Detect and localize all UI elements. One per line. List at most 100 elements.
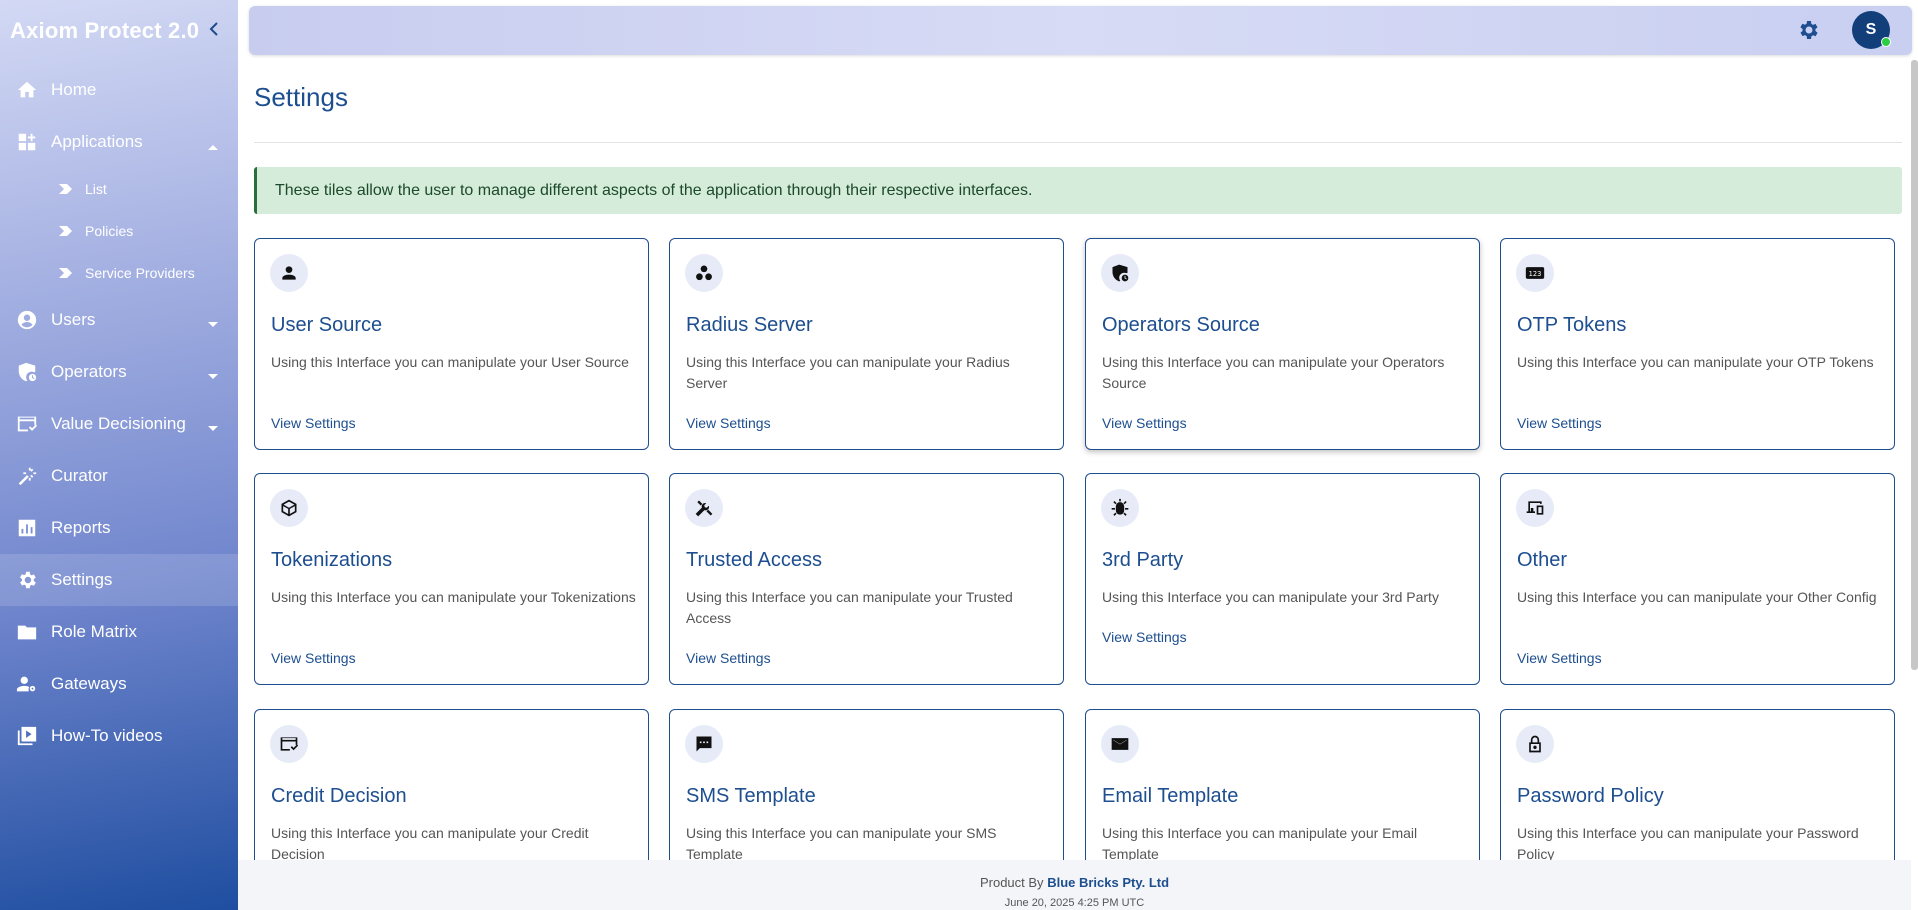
settings-gear-button[interactable] bbox=[1796, 18, 1820, 42]
footer-credit: Product By Blue Bricks Pty. Ltd bbox=[238, 875, 1911, 890]
label-arrow-icon bbox=[58, 181, 74, 197]
view-settings-link[interactable]: View Settings bbox=[271, 650, 356, 666]
app-title: Axiom Protect 2.0 bbox=[10, 18, 200, 43]
view-settings-link[interactable]: View Settings bbox=[686, 415, 771, 431]
avatar[interactable]: S bbox=[1852, 11, 1891, 49]
tile-description: Using this Interface you can manipulate … bbox=[1102, 589, 1439, 605]
bar-chart-icon bbox=[16, 517, 38, 539]
view-settings-link[interactable]: View Settings bbox=[1102, 629, 1187, 645]
sidebar-item-label: Applications bbox=[51, 132, 143, 151]
sidebar-item-label: Home bbox=[51, 80, 97, 99]
wand-icon bbox=[16, 465, 38, 487]
tile-title: 3rd Party bbox=[1102, 549, 1184, 571]
chevron-down-icon bbox=[208, 420, 218, 431]
person-icon bbox=[270, 254, 308, 292]
main-content: Settings These tiles allow the user to m… bbox=[238, 60, 1918, 909]
sidebar-item-reports[interactable]: Reports bbox=[0, 502, 238, 554]
sidebar-item-label: Value Decisioning bbox=[51, 414, 186, 433]
tile-description: Using this Interface you can manipulate … bbox=[271, 589, 636, 605]
view-settings-link[interactable]: View Settings bbox=[271, 415, 356, 431]
chevron-up-icon bbox=[208, 138, 218, 150]
sidebar-subitem-service-providers[interactable]: Service Providers bbox=[0, 252, 238, 294]
tile-description: Using this Interface you can manipulate … bbox=[686, 354, 1010, 391]
tile-title: SMS Template bbox=[686, 785, 816, 807]
tile-title: Credit Decision bbox=[271, 785, 407, 807]
sidebar-item-operators[interactable]: Operators bbox=[0, 346, 238, 398]
footer-product-by: Product By bbox=[979, 875, 1044, 890]
label-arrow-icon bbox=[58, 223, 74, 239]
footer-company-link[interactable]: Blue Bricks Pty. Ltd bbox=[1047, 875, 1169, 890]
sms-icon bbox=[685, 725, 723, 763]
sidebar-item-value-decisioning[interactable]: Value Decisioning bbox=[0, 398, 238, 450]
tile-title: Other bbox=[1517, 549, 1568, 571]
collapse-sidebar-button[interactable] bbox=[204, 18, 224, 42]
tile-title: Trusted Access bbox=[686, 549, 822, 571]
sidebar-subitem-label: Policies bbox=[85, 223, 134, 239]
scrollbar[interactable] bbox=[1911, 60, 1918, 670]
tools-icon bbox=[685, 489, 723, 527]
three-circles-icon bbox=[685, 254, 723, 292]
footer: Product By Blue Bricks Pty. Ltd June 20,… bbox=[238, 860, 1911, 910]
mail-icon bbox=[1101, 725, 1139, 763]
tile-description: Using this Interface you can manipulate … bbox=[271, 825, 589, 862]
view-settings-link[interactable]: View Settings bbox=[1517, 650, 1602, 666]
tile-title: Operators Source bbox=[1102, 314, 1260, 336]
tile-description: Using this Interface you can manipulate … bbox=[1517, 354, 1874, 370]
sidebar-item-settings[interactable]: Settings bbox=[0, 554, 238, 606]
sidebar-item-applications[interactable]: Applications bbox=[0, 116, 238, 168]
sidebar-subitem-policies[interactable]: Policies bbox=[0, 210, 238, 252]
tile-description: Using this Interface you can manipulate … bbox=[1102, 825, 1418, 862]
card-check-icon bbox=[16, 413, 38, 435]
chevron-left-icon bbox=[209, 22, 218, 36]
settings-tile[interactable]: Radius Server Using this Interface you ca… bbox=[669, 238, 1064, 450]
view-settings-link[interactable]: View Settings bbox=[1102, 415, 1187, 431]
sidebar-subitem-list[interactable]: List bbox=[0, 168, 238, 210]
sidebar-item-role-matrix[interactable]: Role Matrix bbox=[0, 606, 238, 658]
sidebar-item-label: Users bbox=[51, 310, 96, 329]
settings-tile[interactable]: Tokenizations Using this Interface you ca… bbox=[254, 473, 649, 685]
operator-shield-icon bbox=[16, 361, 38, 383]
tile-title: User Source bbox=[271, 314, 383, 336]
settings-tile[interactable]: Other Using this Interface you can manipu… bbox=[1500, 473, 1895, 685]
user-gear-icon bbox=[16, 673, 38, 695]
user-circle-icon bbox=[16, 309, 38, 331]
view-settings-link[interactable]: View Settings bbox=[1517, 415, 1602, 431]
tile-title: Password Policy bbox=[1517, 785, 1664, 807]
cube-icon bbox=[270, 489, 308, 527]
chevron-down-icon bbox=[208, 316, 218, 327]
settings-tile[interactable]: Operators Source Using this Interface you… bbox=[1085, 238, 1480, 450]
info-alert: These tiles allow the user to manage dif… bbox=[254, 167, 1902, 214]
bug-icon bbox=[1101, 489, 1139, 527]
sidebar-item-label: Gateways bbox=[51, 674, 127, 693]
label-arrow-icon bbox=[58, 265, 74, 281]
credit-card-check-icon bbox=[270, 725, 308, 763]
sidebar-subitem-label: List bbox=[85, 181, 107, 197]
sidebar-item-curator[interactable]: Curator bbox=[0, 450, 238, 502]
gear-icon bbox=[16, 569, 38, 591]
footer-datetime: June 20, 2025 4:25 PM UTC bbox=[1004, 897, 1145, 909]
sidebar-item-gateways[interactable]: Gateways bbox=[0, 658, 238, 710]
tile-description: Using this Interface you can manipulate … bbox=[686, 589, 1013, 626]
settings-tile[interactable]: User Source Using this Interface you can … bbox=[254, 238, 649, 450]
folder-chart-icon bbox=[16, 621, 38, 643]
sidebar-item-label: Curator bbox=[51, 466, 108, 485]
sidebar-item-label: Settings bbox=[51, 570, 113, 589]
svg-text:123: 123 bbox=[1529, 270, 1542, 278]
tile-description: Using this Interface you can manipulate … bbox=[271, 354, 629, 370]
sidebar-item-label: Reports bbox=[51, 518, 111, 537]
settings-tile[interactable]: Trusted Access Using this Interface you c… bbox=[669, 473, 1064, 685]
sidebar-item-label: Operators bbox=[51, 362, 127, 381]
view-settings-link[interactable]: View Settings bbox=[686, 650, 771, 666]
online-status-dot bbox=[1881, 37, 1891, 47]
tile-description: Using this Interface you can manipulate … bbox=[686, 825, 997, 862]
gear-icon bbox=[1800, 21, 1818, 39]
divider bbox=[254, 142, 1902, 143]
top-bar: S bbox=[249, 6, 1912, 55]
sidebar-item-home[interactable]: Home bbox=[0, 64, 238, 116]
settings-tile[interactable]: 123 OTP Tokens Using this Interface you ca… bbox=[1500, 238, 1895, 450]
sidebar-item-users[interactable]: Users bbox=[0, 294, 238, 346]
sidebar-item-how-to-videos[interactable]: How-To videos bbox=[0, 710, 238, 762]
settings-tile[interactable]: 3rd Party Using this Interface you can ma… bbox=[1085, 473, 1480, 685]
sidebar: Axiom Protect 2.0 Home Applications List… bbox=[0, 0, 238, 910]
avatar-initial: S bbox=[1865, 21, 1877, 38]
